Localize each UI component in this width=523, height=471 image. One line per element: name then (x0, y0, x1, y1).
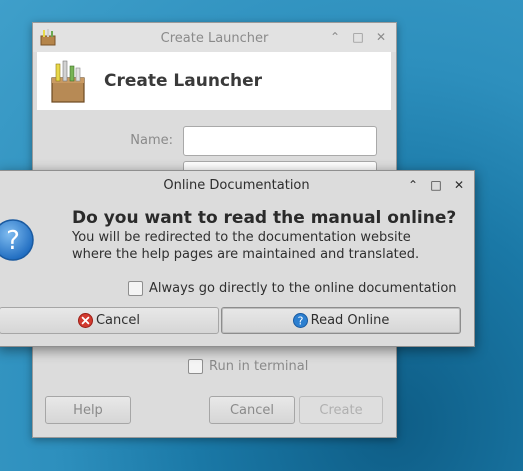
help-button[interactable]: Help (45, 396, 131, 424)
maximize-icon[interactable]: □ (351, 30, 365, 44)
dialog-title: Online Documentation (163, 178, 310, 193)
message-text: You will be redirected to the documentat… (72, 229, 419, 263)
header-band: Create Launcher (37, 52, 391, 110)
close-icon[interactable]: ✕ (374, 30, 388, 44)
online-documentation-dialog: Online Documentation ⌃ □ ✕ ? Do you want… (0, 170, 475, 347)
maximize-icon[interactable]: □ (429, 178, 443, 192)
run-in-terminal-row[interactable]: Run in terminal (188, 359, 308, 374)
minimize-icon[interactable]: ⌃ (406, 178, 420, 192)
cancel-button[interactable]: Cancel (209, 396, 295, 424)
cancel-button[interactable]: Cancel (0, 307, 219, 334)
read-online-button-label: Read Online (310, 313, 390, 328)
titlebar[interactable]: Create Launcher ⌃ □ ✕ (33, 23, 396, 52)
cancel-icon (77, 313, 93, 328)
name-field[interactable] (183, 126, 377, 156)
always-online-label: Always go directly to the online documen… (149, 281, 457, 296)
close-icon[interactable]: ✕ (452, 178, 466, 192)
always-online-checkbox[interactable] (128, 281, 143, 296)
message-line: where the help pages are maintained and … (72, 247, 420, 262)
create-button[interactable]: Create (299, 396, 383, 424)
question-heading: Do you want to read the manual online? (72, 208, 457, 228)
always-online-row[interactable]: Always go directly to the online documen… (128, 281, 457, 296)
svg-text:?: ? (297, 315, 303, 328)
help-icon: ? (0, 219, 34, 261)
read-online-button[interactable]: ? Read Online (221, 307, 461, 334)
launcher-box-icon (51, 60, 85, 103)
page-title: Create Launcher (104, 71, 263, 91)
titlebar[interactable]: Online Documentation ⌃ □ ✕ (0, 171, 474, 199)
window-controls: ⌃ □ ✕ (406, 178, 466, 192)
run-in-terminal-label: Run in terminal (209, 359, 309, 374)
svg-text:?: ? (6, 226, 20, 256)
minimize-icon[interactable]: ⌃ (328, 30, 342, 44)
run-in-terminal-checkbox[interactable] (188, 359, 203, 374)
cancel-button-label: Cancel (95, 313, 141, 328)
message-line: You will be redirected to the documentat… (72, 230, 411, 245)
name-label: Name: (130, 133, 173, 148)
window-controls: ⌃ □ ✕ (328, 30, 388, 44)
help-icon: ? (292, 313, 308, 328)
